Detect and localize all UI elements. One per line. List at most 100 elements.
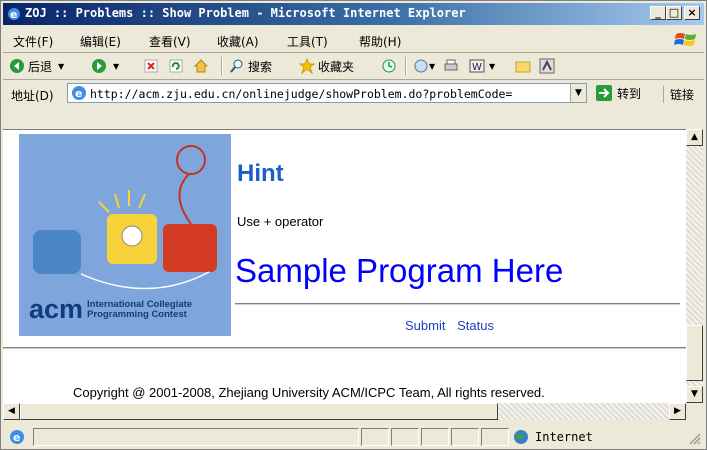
toolbar-separator <box>405 57 407 75</box>
vertical-scrollbar[interactable]: ▲ ▼ <box>686 129 703 403</box>
search-label: 搜索 <box>248 59 273 74</box>
sample-program-link[interactable]: Sample Program Here <box>235 252 563 290</box>
home-button[interactable] <box>193 57 209 75</box>
svg-text:e: e <box>13 431 20 444</box>
forward-dropdown-icon[interactable]: ▼ <box>113 62 119 71</box>
go-arrow-icon <box>596 85 612 101</box>
status-panel <box>451 428 479 446</box>
status-bar: e Internet <box>3 425 704 447</box>
edit-dropdown-icon[interactable]: ▼ <box>489 62 495 71</box>
submit-link[interactable]: Submit <box>405 318 445 333</box>
address-bar: 地址(D) e http://acm.zju.edu.cn/onlinejudg… <box>3 81 704 107</box>
go-label: 转到 <box>617 86 642 101</box>
horizontal-scroll-thumb[interactable] <box>20 403 498 420</box>
stop-button[interactable] <box>143 57 159 75</box>
scroll-up-icon[interactable]: ▲ <box>686 129 703 146</box>
status-panel <box>361 428 389 446</box>
ie-icon: e <box>8 8 20 21</box>
toolbar-separator <box>221 57 223 75</box>
close-icon: × <box>687 6 697 19</box>
favorites-button[interactable]: 收藏夹 <box>299 57 354 75</box>
search-button[interactable]: 搜索 <box>229 57 272 75</box>
divider <box>235 303 680 305</box>
page-ie-icon: e <box>72 86 86 100</box>
print-icon <box>444 59 458 71</box>
edit-word-button[interactable]: W ▼ <box>469 57 495 75</box>
close-button[interactable]: × <box>684 6 700 20</box>
scroll-down-icon[interactable]: ▼ <box>686 386 703 403</box>
status-text-panel <box>33 428 359 446</box>
status-panel <box>421 428 449 446</box>
logo-line-2: Programming Contest <box>87 308 187 320</box>
status-link[interactable]: Status <box>457 318 494 333</box>
back-arrow-icon <box>10 59 24 73</box>
refresh-button[interactable] <box>168 57 184 75</box>
hint-text: Use + operator <box>237 214 324 229</box>
window-title: ZOJ :: Problems :: Show Problem - Micros… <box>25 6 466 20</box>
go-button[interactable]: 转到 <box>595 84 641 102</box>
forward-button[interactable]: ▼ <box>91 57 119 75</box>
folder-icon <box>515 61 531 73</box>
messenger-icon <box>539 58 555 74</box>
title-bar[interactable]: e ZOJ :: Problems :: Show Problem - Micr… <box>3 3 704 25</box>
print-button[interactable] <box>443 57 459 75</box>
standard-toolbar: 后退 ▼ ▼ 搜索 收藏夹 ▼ W ▼ <box>3 53 704 80</box>
vertical-scroll-thumb[interactable] <box>686 325 703 381</box>
menu-help[interactable]: 帮助(H) <box>359 33 401 50</box>
mail-icon <box>414 59 428 73</box>
copyright-text: Copyright @ 2001-2008, Zhejiang Universi… <box>73 385 545 400</box>
menu-edit[interactable]: 编辑(E) <box>80 33 121 50</box>
back-dropdown-icon[interactable]: ▼ <box>58 62 64 71</box>
scroll-left-icon[interactable]: ◀ <box>3 403 20 420</box>
logo-tagline: International Collegiate Programming Con… <box>87 299 192 320</box>
mail-dropdown-icon[interactable]: ▼ <box>429 62 435 71</box>
maximize-icon: □ <box>668 6 680 19</box>
windows-logo-icon <box>674 33 696 46</box>
svg-text:W: W <box>472 62 482 73</box>
svg-text:e: e <box>10 8 17 21</box>
menu-tools[interactable]: 工具(T) <box>287 33 328 50</box>
browser-window: e ZOJ :: Problems :: Show Problem - Micr… <box>0 0 707 450</box>
hint-heading: Hint <box>237 160 284 187</box>
maximize-button[interactable]: □ <box>666 6 682 20</box>
globe-icon <box>514 430 528 444</box>
logo-brand: acm <box>29 294 84 324</box>
address-url: http://acm.zju.edu.cn/onlinejudge/showPr… <box>90 87 513 101</box>
menu-bar: 文件(F) 编辑(E) 查看(V) 收藏(A) 工具(T) 帮助(H) <box>3 28 704 53</box>
menu-file[interactable]: 文件(F) <box>13 33 53 50</box>
acm-wordmark: acm International Collegiate Programming… <box>29 294 192 325</box>
svg-text:e: e <box>75 87 82 100</box>
scroll-right-icon[interactable]: ▶ <box>669 403 686 420</box>
word-icon: W <box>469 59 485 73</box>
minimize-button[interactable]: _ <box>650 6 666 20</box>
favorites-star-icon <box>299 58 315 74</box>
back-button[interactable]: 后退 ▼ <box>9 57 64 75</box>
footer-divider <box>3 347 686 349</box>
address-dropdown-icon[interactable]: ▼ <box>570 84 586 102</box>
acm-icpc-logo: acm International Collegiate Programming… <box>19 134 231 336</box>
refresh-icon <box>169 59 183 73</box>
resize-grip-icon[interactable] <box>687 431 701 445</box>
horizontal-scrollbar[interactable]: ◀ ▶ <box>3 403 686 420</box>
home-icon <box>193 59 209 73</box>
address-input[interactable]: e http://acm.zju.edu.cn/onlinejudge/show… <box>67 83 587 103</box>
menu-favorites[interactable]: 收藏(A) <box>217 33 259 50</box>
mail-button[interactable]: ▼ <box>413 57 435 75</box>
page-content: acm International Collegiate Programming… <box>3 129 686 404</box>
status-panel <box>391 428 419 446</box>
menu-view[interactable]: 查看(V) <box>149 33 191 50</box>
history-icon <box>382 59 396 73</box>
zone-label: Internet <box>535 430 593 444</box>
stop-icon <box>144 59 158 73</box>
minimize-icon: _ <box>655 6 661 19</box>
messenger-button[interactable] <box>539 57 555 75</box>
forward-arrow-icon <box>92 59 106 73</box>
status-panel <box>481 428 509 446</box>
scroll-corner <box>686 403 703 420</box>
history-button[interactable] <box>381 57 397 75</box>
links-button[interactable]: 链接 <box>663 86 694 103</box>
discuss-button[interactable] <box>515 57 531 75</box>
page-status-icon: e <box>10 430 24 444</box>
favorites-label: 收藏夹 <box>318 59 355 74</box>
back-label: 后退 <box>28 59 53 74</box>
